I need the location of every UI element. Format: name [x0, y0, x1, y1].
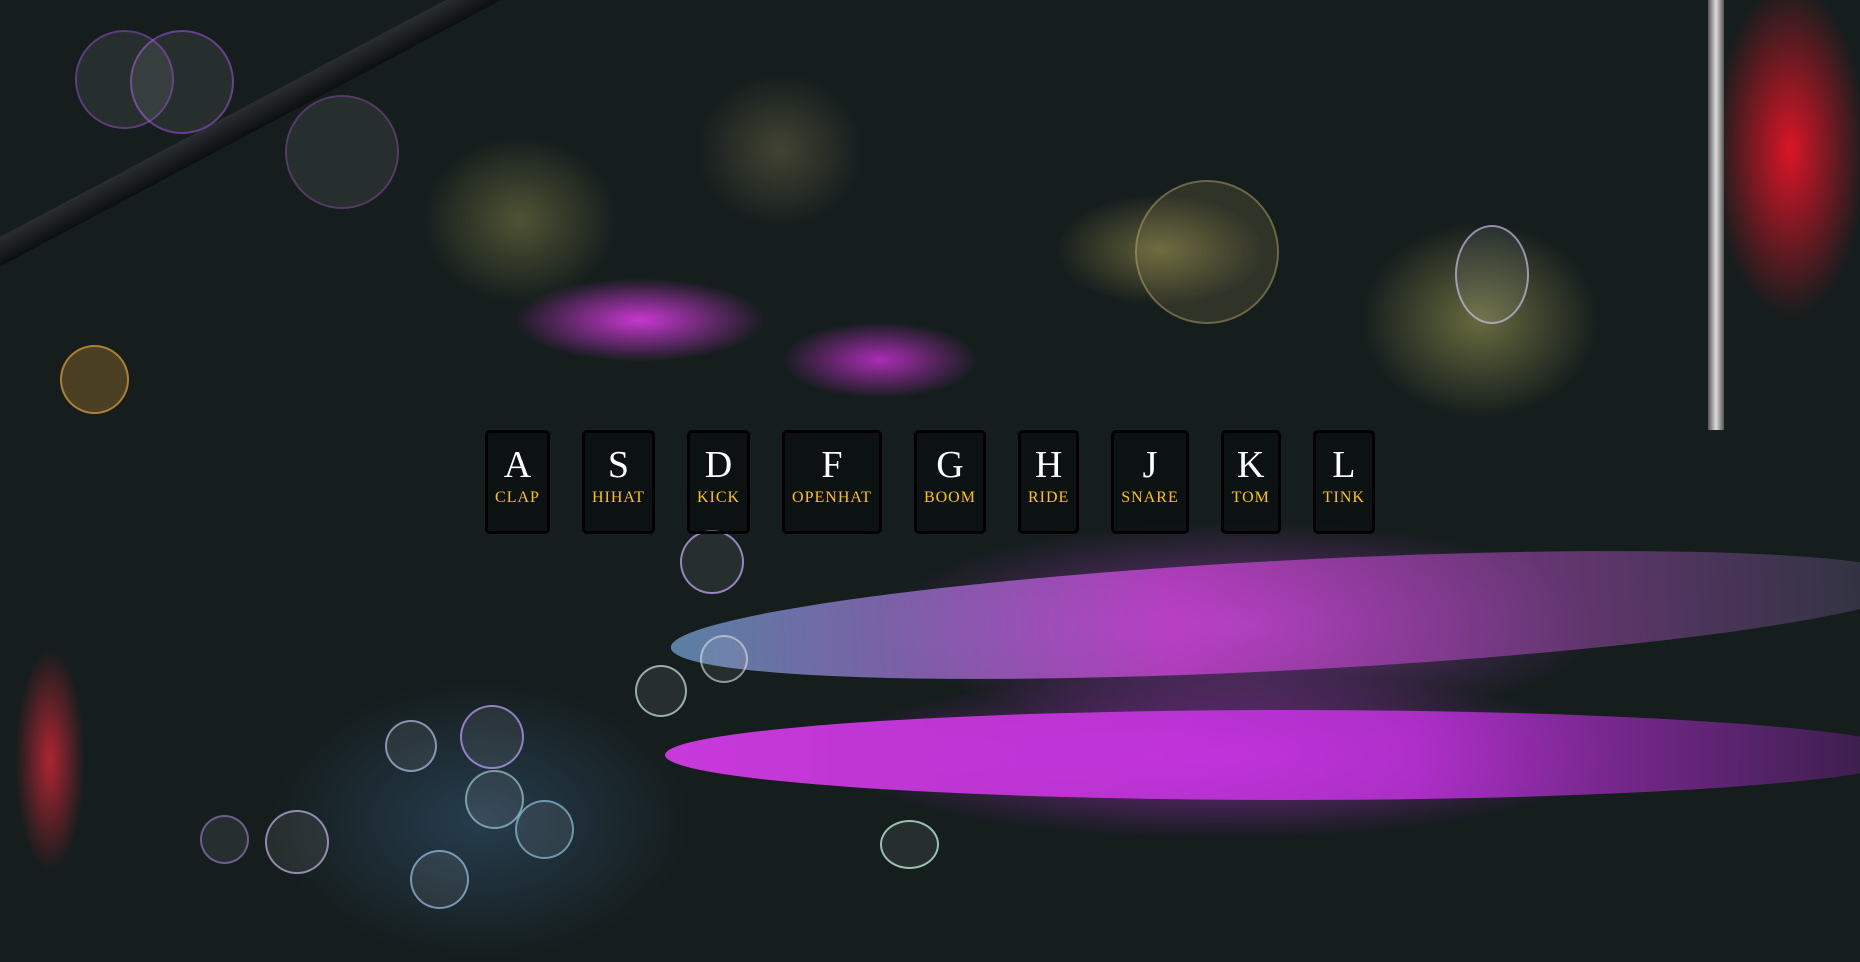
bokeh-light — [410, 850, 469, 909]
drum-key-boom[interactable]: G BOOM — [913, 430, 986, 534]
bokeh-light — [265, 810, 329, 874]
key-letter: D — [704, 444, 733, 486]
bokeh-light — [460, 705, 524, 769]
cymbal-decoration — [667, 527, 1860, 703]
key-sound-label: RIDE — [1027, 489, 1070, 506]
bokeh-light — [285, 95, 399, 209]
key-letter: S — [607, 444, 629, 486]
bokeh-light — [1135, 180, 1279, 324]
key-letter: F — [821, 444, 843, 486]
key-sound-label: HIHAT — [591, 489, 645, 506]
bokeh-light — [75, 30, 174, 129]
bokeh-light — [60, 345, 129, 414]
drum-key-tom[interactable]: K TOM — [1220, 430, 1281, 534]
key-sound-label: SNARE — [1121, 489, 1179, 506]
cymbal-decoration — [665, 710, 1860, 800]
drumstick-decoration — [0, 0, 638, 285]
bokeh-light — [635, 665, 687, 717]
cymbal-stand-decoration — [1708, 0, 1724, 430]
key-sound-label: TINK — [1322, 489, 1365, 506]
key-letter: J — [1142, 444, 1158, 486]
drum-key-openhat[interactable]: F OPENHAT — [782, 430, 882, 534]
bokeh-light — [200, 815, 249, 864]
key-letter: G — [936, 444, 964, 486]
key-sound-label: CLAP — [495, 489, 540, 506]
drum-key-clap[interactable]: A CLAP — [485, 430, 550, 534]
bokeh-light — [385, 720, 437, 772]
drum-key-snare[interactable]: J SNARE — [1111, 430, 1189, 534]
drum-kit-background: A CLAP S HIHAT D KICK F OPENHAT G BOOM H… — [0, 0, 1860, 962]
key-sound-label: BOOM — [923, 489, 976, 506]
bokeh-light — [880, 820, 939, 869]
bokeh-light — [1455, 225, 1529, 324]
key-letter: L — [1332, 444, 1356, 486]
drum-key-ride[interactable]: H RIDE — [1017, 430, 1080, 534]
drum-key-hihat[interactable]: S HIHAT — [581, 430, 655, 534]
key-sound-label: TOM — [1231, 489, 1270, 506]
bokeh-light — [700, 635, 748, 683]
bokeh-light — [680, 530, 744, 594]
key-letter: K — [1237, 444, 1265, 486]
bokeh-light — [515, 800, 574, 859]
drum-key-tink[interactable]: L TINK — [1312, 430, 1375, 534]
key-letter: A — [503, 444, 532, 486]
drum-keys-row: A CLAP S HIHAT D KICK F OPENHAT G BOOM H… — [0, 430, 1860, 534]
bokeh-light — [465, 770, 524, 829]
key-sound-label: OPENHAT — [792, 489, 872, 506]
key-letter: H — [1034, 444, 1063, 486]
key-sound-label: KICK — [696, 489, 741, 506]
drum-key-kick[interactable]: D KICK — [686, 430, 751, 534]
bokeh-light — [130, 30, 234, 134]
